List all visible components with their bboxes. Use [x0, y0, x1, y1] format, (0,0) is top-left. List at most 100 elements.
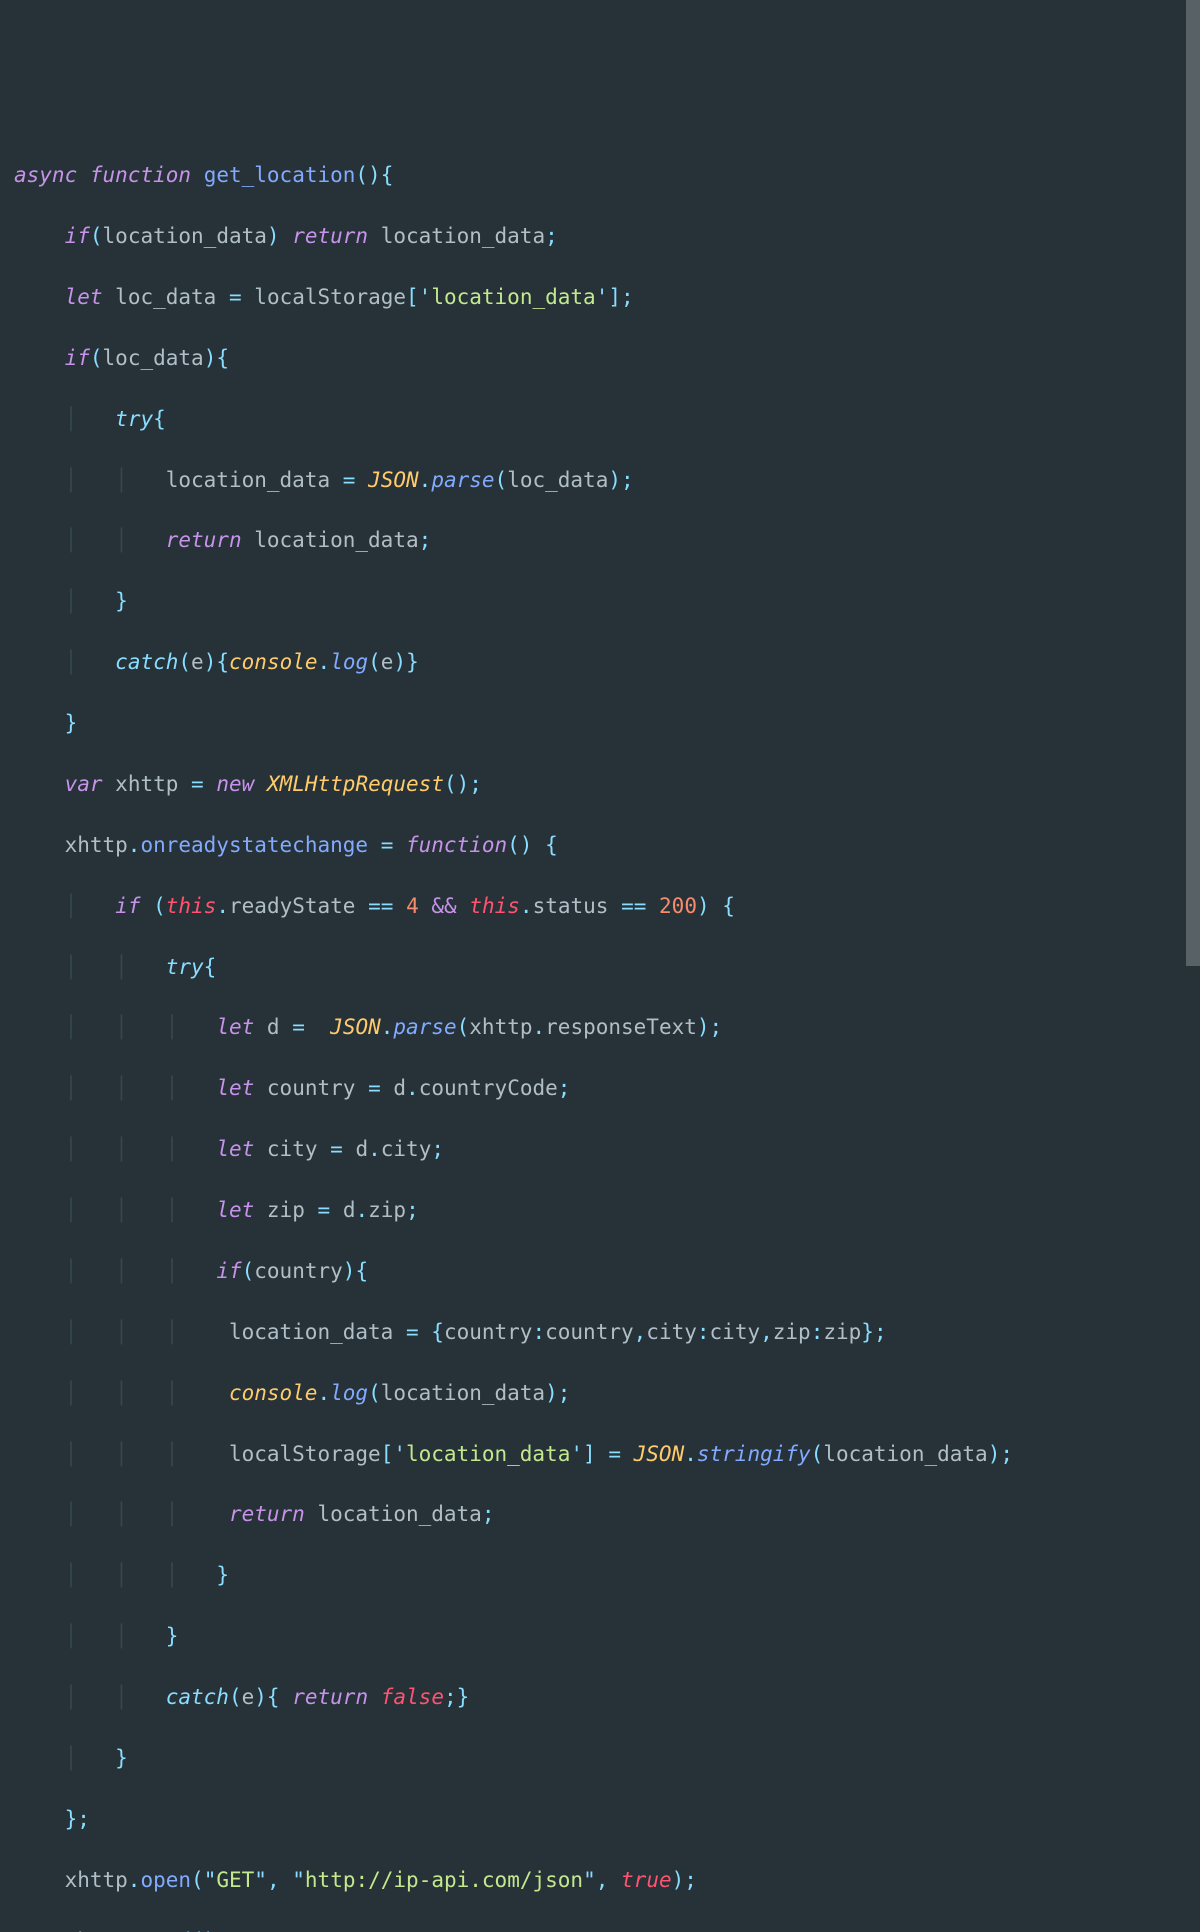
identifier: d	[343, 1198, 356, 1222]
colon: :	[811, 1320, 824, 1344]
semicolon: ;	[710, 1015, 723, 1039]
semicolon: ;	[545, 224, 558, 248]
code-line: │ catch(e){console.log(e)}	[14, 647, 1200, 677]
identifier: d	[267, 1015, 280, 1039]
code-line: async function get_location(){	[14, 160, 1200, 190]
identifier: country	[545, 1320, 634, 1344]
class-name: JSON	[330, 1015, 381, 1039]
paren: ()	[507, 833, 532, 857]
code-line: │ │ return location_data;	[14, 525, 1200, 555]
keyword-if: if	[115, 894, 140, 918]
quote: "	[254, 1868, 267, 1892]
identifier: location_data	[103, 224, 267, 248]
keyword-return: return	[166, 528, 242, 552]
code-line: │ │ │ location_data = {country:country,c…	[14, 1317, 1200, 1347]
paren: )	[343, 1259, 356, 1283]
paren: )	[204, 650, 217, 674]
identifier: localStorage	[254, 285, 406, 309]
code-line: if(location_data) return location_data;	[14, 221, 1200, 251]
dot: .	[406, 1076, 419, 1100]
property: readyState	[229, 894, 355, 918]
property: status	[533, 894, 609, 918]
dot: .	[317, 1381, 330, 1405]
brace: }	[115, 589, 128, 613]
code-line: │ }	[14, 1743, 1200, 1773]
keyword-function: function	[406, 833, 507, 857]
keyword-var: var	[65, 772, 103, 796]
method-name: stringify	[697, 1442, 811, 1466]
code-line: xhttp.open("GET", "http://ip-api.com/jso…	[14, 1865, 1200, 1895]
semicolon: ;	[1000, 1442, 1013, 1466]
code-line: │ │ catch(e){ return false;}	[14, 1682, 1200, 1712]
identifier: xhttp	[65, 1929, 128, 1932]
identifier: location_data	[381, 1381, 545, 1405]
bracket: [	[406, 285, 419, 309]
comma: ,	[267, 1868, 280, 1892]
code-line: │ try{	[14, 404, 1200, 434]
paren: (	[191, 1868, 204, 1892]
paren: (	[242, 1259, 255, 1283]
code-line: let loc_data = localStorage['location_da…	[14, 282, 1200, 312]
method-name: parse	[393, 1015, 456, 1039]
identifier: loc_data	[507, 468, 608, 492]
identifier: loc_data	[103, 346, 204, 370]
colon: :	[697, 1320, 710, 1344]
identifier: location_data	[317, 1502, 481, 1526]
class-name: XMLHttpRequest	[267, 772, 444, 796]
string: GET	[216, 1868, 254, 1892]
identifier: e	[242, 1685, 255, 1709]
brace: {	[204, 955, 217, 979]
paren: (	[153, 894, 166, 918]
quote: '	[393, 1442, 406, 1466]
operator: =	[229, 285, 242, 309]
property: onreadystatechange	[140, 833, 368, 857]
identifier: d	[355, 1137, 368, 1161]
quote: '	[419, 285, 432, 309]
semicolon: ;	[558, 1381, 571, 1405]
quote: '	[570, 1442, 583, 1466]
semicolon: ;	[77, 1807, 90, 1831]
code-editor[interactable]: async function get_location(){ if(locati…	[14, 130, 1200, 1932]
semicolon: ;	[684, 1868, 697, 1892]
operator: =	[343, 468, 356, 492]
semicolon: ;	[406, 1198, 419, 1222]
code-line: xhttp.send();	[14, 1926, 1200, 1932]
semicolon: ;	[558, 1076, 571, 1100]
keyword-let: let	[65, 285, 103, 309]
scrollbar[interactable]	[1186, 0, 1200, 966]
operator: =	[608, 1442, 621, 1466]
number: 4	[406, 894, 419, 918]
identifier: xhttp	[65, 833, 128, 857]
operator: =	[330, 1137, 343, 1161]
semicolon: ;	[469, 772, 482, 796]
colon: :	[532, 1320, 545, 1344]
identifier: location_data	[381, 224, 545, 248]
code-line: │ │ location_data = JSON.parse(loc_data)…	[14, 465, 1200, 495]
operator: =	[318, 1198, 331, 1222]
bracket: [	[381, 1442, 394, 1466]
code-line: }	[14, 708, 1200, 738]
dot: .	[216, 894, 229, 918]
brace: {	[153, 407, 166, 431]
dot: .	[381, 1015, 394, 1039]
keyword-if: if	[65, 224, 90, 248]
dot: .	[318, 650, 331, 674]
keyword-let: let	[216, 1137, 254, 1161]
keyword-return: return	[229, 1502, 305, 1526]
brace: }	[115, 1746, 128, 1770]
code-line: │ │ │ console.log(location_data);	[14, 1378, 1200, 1408]
identifier: location_data	[229, 1320, 393, 1344]
semicolon: ;	[431, 1137, 444, 1161]
identifier: d	[393, 1076, 406, 1100]
method-name: log	[330, 1381, 368, 1405]
identifier: location_data	[166, 468, 330, 492]
dot: .	[368, 1137, 381, 1161]
operator: =	[292, 1015, 305, 1039]
keyword-try: try	[115, 407, 153, 431]
paren: (	[90, 346, 103, 370]
string: location_data	[406, 1442, 570, 1466]
code-line: │ }	[14, 586, 1200, 616]
brace: }	[457, 1685, 470, 1709]
dot: .	[355, 1198, 368, 1222]
identifier: loc_data	[115, 285, 216, 309]
